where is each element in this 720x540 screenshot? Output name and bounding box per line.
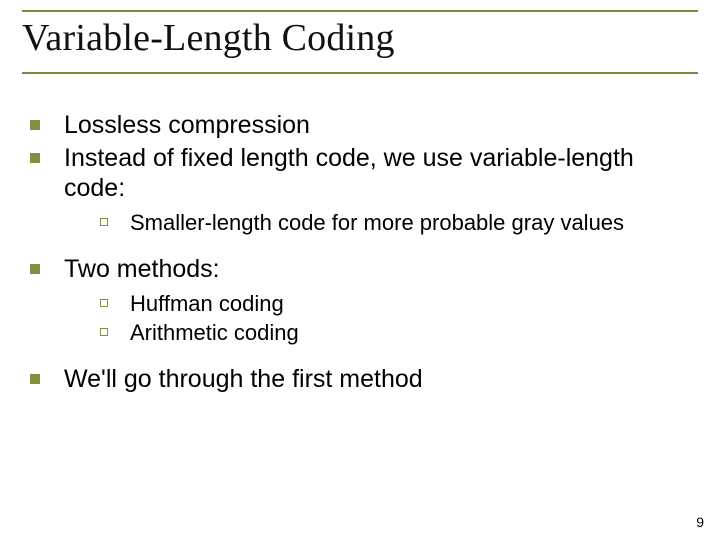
square-bullet-icon [30,254,64,285]
outline-square-bullet-icon [100,210,130,237]
bullet-text: Two methods: [64,254,698,285]
slide-title: Variable-Length Coding [22,16,698,60]
page-number: 9 [696,514,704,530]
slide-body: Lossless compression Instead of fixed le… [22,110,698,395]
outline-square-bullet-icon [100,320,130,347]
square-bullet-icon [30,364,64,395]
bullet-text: We'll go through the first method [64,364,698,395]
bullet-text: Arithmetic coding [130,320,698,347]
title-rule-box: Variable-Length Coding [22,10,698,74]
sub-bullet-group: Smaller-length code for more probable gr… [22,210,698,237]
outline-square-bullet-icon [100,291,130,318]
slide: Variable-Length Coding Lossless compress… [0,0,720,540]
square-bullet-icon [30,110,64,141]
sub-bullet-group: Huffman coding Arithmetic coding [22,291,698,347]
bullet-level2: Smaller-length code for more probable gr… [100,210,698,237]
bullet-level1: We'll go through the first method [30,364,698,395]
bullet-text: Instead of fixed length code, we use var… [64,143,698,204]
square-bullet-icon [30,143,64,204]
bullet-text: Lossless compression [64,110,698,141]
bullet-level1: Instead of fixed length code, we use var… [30,143,698,204]
bullet-level2: Arithmetic coding [100,320,698,347]
bullet-text: Smaller-length code for more probable gr… [130,210,698,237]
bullet-level1: Lossless compression [30,110,698,141]
bullet-level1: Two methods: [30,254,698,285]
bullet-text: Huffman coding [130,291,698,318]
bullet-level2: Huffman coding [100,291,698,318]
